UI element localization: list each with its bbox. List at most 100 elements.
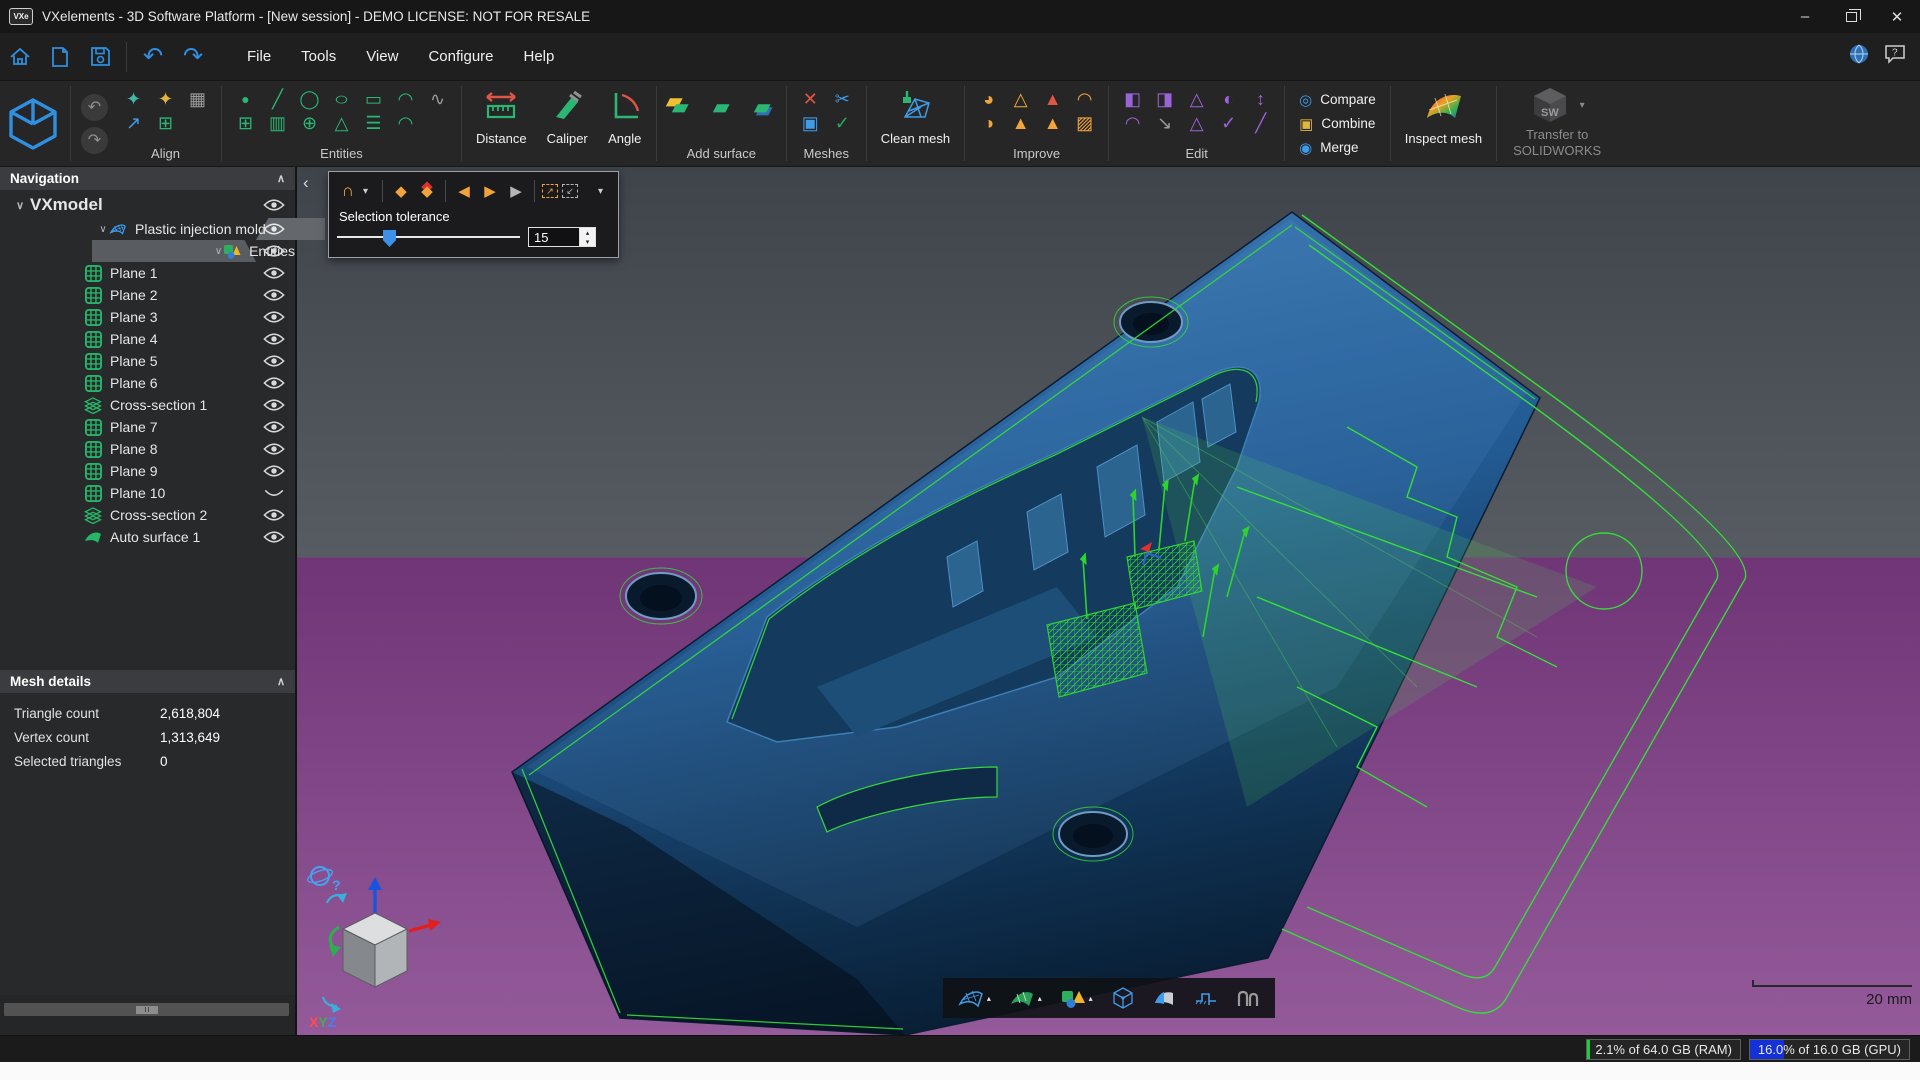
feedback-chat-icon[interactable]: ? bbox=[1884, 44, 1906, 69]
extend-boundary-icon[interactable]: ◠ bbox=[1120, 111, 1145, 135]
arc-entity-icon[interactable]: ◠ bbox=[393, 87, 418, 111]
inspect-mesh-button[interactable]: Inspect mesh bbox=[1395, 81, 1492, 166]
plane-entity-icon[interactable]: ⊞ bbox=[233, 111, 258, 135]
tree-item-plane-9[interactable]: Plane 9 bbox=[0, 460, 295, 482]
undo-button[interactable]: ↶ bbox=[136, 40, 170, 74]
minimize-button[interactable]: – bbox=[1782, 0, 1828, 33]
visibility-eye-icon[interactable] bbox=[261, 506, 287, 524]
vxmodel-module-icon[interactable] bbox=[0, 81, 66, 166]
tree-item-plastic-injection-mold[interactable]: ∨ Plastic injection mold bbox=[0, 218, 295, 240]
transfer-dropdown-caret[interactable]: ▾ bbox=[1580, 100, 1585, 111]
visibility-eye-icon[interactable] bbox=[261, 220, 287, 238]
tree-item-plane-1[interactable]: Plane 1 bbox=[0, 262, 295, 284]
tree-item-vxmodel[interactable]: ∨ VXmodel bbox=[0, 192, 295, 218]
tree-item-cross-section-1[interactable]: Cross-section 1 bbox=[0, 394, 295, 416]
cross-section-entity-icon[interactable]: ☰ bbox=[361, 111, 386, 135]
cylinder-entity-icon[interactable]: ▥ bbox=[265, 111, 290, 135]
delete-mesh-icon[interactable]: ✕ bbox=[798, 87, 823, 111]
waterproof-icon[interactable]: ✓ bbox=[1216, 111, 1241, 135]
selection-mode-caret[interactable]: ▾ bbox=[363, 186, 375, 197]
axes-align-icon[interactable]: ✦ bbox=[153, 87, 178, 111]
remesh-icon[interactable]: ▲ bbox=[1040, 111, 1065, 135]
polyline-entity-icon[interactable]: ∿ bbox=[425, 87, 450, 111]
visibility-eye-icon[interactable] bbox=[261, 286, 287, 304]
add-surface-fit-icon[interactable]: ▰ bbox=[750, 95, 775, 119]
restore-button[interactable] bbox=[1828, 0, 1874, 33]
menu-help[interactable]: Help bbox=[524, 48, 555, 65]
visibility-eye-icon[interactable] bbox=[261, 352, 287, 370]
sculpt-icon[interactable]: ╱ bbox=[1248, 111, 1273, 135]
line-entity-icon[interactable]: ╱ bbox=[265, 87, 290, 111]
smooth-boundary-icon[interactable]: ◠ bbox=[1072, 87, 1097, 111]
tolerance-spinner[interactable]: ▴ ▾ bbox=[580, 227, 596, 247]
angle-button[interactable]: Angle bbox=[598, 81, 652, 166]
visibility-eye-icon[interactable] bbox=[261, 330, 287, 348]
add-surface-new-icon[interactable]: ▰ bbox=[668, 95, 693, 119]
flip-selection-right-icon[interactable]: ▶ bbox=[479, 179, 501, 203]
cut-mesh-icon[interactable]: ✂ bbox=[830, 87, 855, 111]
tolerance-slider-thumb[interactable] bbox=[383, 230, 396, 247]
tree-item-plane-4[interactable]: Plane 4 bbox=[0, 328, 295, 350]
clean-mesh-button[interactable]: Clean mesh bbox=[871, 81, 960, 166]
flip-both-icon[interactable]: ▶ bbox=[505, 179, 527, 203]
surface-display-caret[interactable]: ▴ bbox=[1038, 994, 1042, 1003]
curve-entity-icon[interactable]: ◠ bbox=[393, 111, 418, 135]
save-button[interactable] bbox=[83, 40, 117, 74]
visibility-eye-icon[interactable] bbox=[261, 264, 287, 282]
cross-section-view-button[interactable] bbox=[1194, 987, 1218, 1009]
scrollbar-grip[interactable] bbox=[136, 1006, 158, 1014]
tree-item-plane-10[interactable]: Plane 10 bbox=[0, 482, 295, 504]
clipping-plane-button[interactable] bbox=[1152, 987, 1176, 1009]
flip-selection-left-icon[interactable]: ◀ bbox=[453, 179, 475, 203]
remove-intersections-icon[interactable]: ▲ bbox=[1040, 87, 1065, 111]
tree-item-plane-6[interactable]: Plane 6 bbox=[0, 372, 295, 394]
fill-holes-icon[interactable]: ◕ bbox=[976, 87, 1001, 111]
merge-button[interactable]: ◉ Merge bbox=[1299, 139, 1376, 157]
circle-entity-icon[interactable]: ◯ bbox=[297, 87, 322, 111]
visibility-eye-icon[interactable] bbox=[261, 242, 287, 260]
tree-item-plane-5[interactable]: Plane 5 bbox=[0, 350, 295, 372]
mold-3d-scene[interactable] bbox=[297, 167, 1920, 1035]
new-session-button[interactable] bbox=[43, 40, 77, 74]
smooth-mesh-icon[interactable]: ◑ bbox=[976, 111, 1001, 135]
select-through-icon[interactable]: ◆ bbox=[390, 179, 412, 203]
mirror-icon[interactable]: ◐ bbox=[1216, 87, 1241, 111]
visibility-eye-closed-icon[interactable] bbox=[261, 484, 287, 502]
select-visible-icon[interactable]: ◆ bbox=[416, 179, 438, 203]
mesh-details-header[interactable]: Mesh details ∧ bbox=[0, 670, 295, 693]
visibility-eye-icon[interactable] bbox=[261, 196, 287, 214]
viewport-3d[interactable]: ‹ bbox=[297, 167, 1920, 1035]
tolerance-slider[interactable] bbox=[337, 230, 520, 244]
visibility-eye-icon[interactable] bbox=[261, 418, 287, 436]
grid-align-icon[interactable]: ⊞ bbox=[153, 111, 178, 135]
mesh-display-caret[interactable]: ▴ bbox=[987, 994, 991, 1003]
decimate-icon[interactable]: △ bbox=[1184, 111, 1209, 135]
menu-file[interactable]: File bbox=[247, 48, 271, 65]
combine-button[interactable]: ▣ Combine bbox=[1299, 115, 1376, 133]
bounding-box-button[interactable] bbox=[1111, 986, 1135, 1010]
ribbon-redo-button[interactable]: ↷ bbox=[81, 127, 108, 154]
shrink-selection-icon[interactable]: ↙ bbox=[562, 184, 578, 198]
navigation-header[interactable]: Navigation ∧ bbox=[0, 167, 295, 190]
surface-display-button[interactable]: ▴ bbox=[1009, 988, 1042, 1008]
tree-item-auto-surface-1[interactable]: Auto surface 1 bbox=[0, 526, 295, 548]
best-fit-align-icon[interactable]: ✦ bbox=[121, 87, 146, 111]
visibility-eye-icon[interactable] bbox=[261, 440, 287, 458]
validate-mesh-icon[interactable]: ✓ bbox=[830, 111, 855, 135]
triangles-edit-icon[interactable]: △ bbox=[1184, 87, 1209, 111]
vector-align-icon[interactable]: ↗ bbox=[121, 111, 146, 135]
ribbon-undo-button[interactable]: ↶ bbox=[81, 94, 108, 121]
invert-surface-icon[interactable]: ◨ bbox=[1152, 87, 1177, 111]
defeature-icon[interactable]: ▨ bbox=[1072, 111, 1097, 135]
grow-selection-icon[interactable]: ↗ bbox=[542, 184, 558, 198]
tree-item-plane-2[interactable]: Plane 2 bbox=[0, 284, 295, 306]
plane-align-icon[interactable]: ▦ bbox=[185, 87, 210, 111]
tree-item-cross-section-2[interactable]: Cross-section 2 bbox=[0, 504, 295, 526]
spinner-up-icon[interactable]: ▴ bbox=[580, 228, 595, 237]
visibility-eye-icon[interactable] bbox=[261, 308, 287, 326]
more-selection-options-caret[interactable]: ▾ bbox=[598, 186, 610, 197]
histogram-button[interactable] bbox=[1236, 987, 1260, 1009]
collapse-mesh-details-icon[interactable]: ∧ bbox=[277, 675, 285, 688]
redo-button[interactable]: ↷ bbox=[176, 40, 210, 74]
transfer-to-solidworks-button[interactable]: SW ▾ Transfer toSOLIDWORKS bbox=[1501, 81, 1613, 166]
